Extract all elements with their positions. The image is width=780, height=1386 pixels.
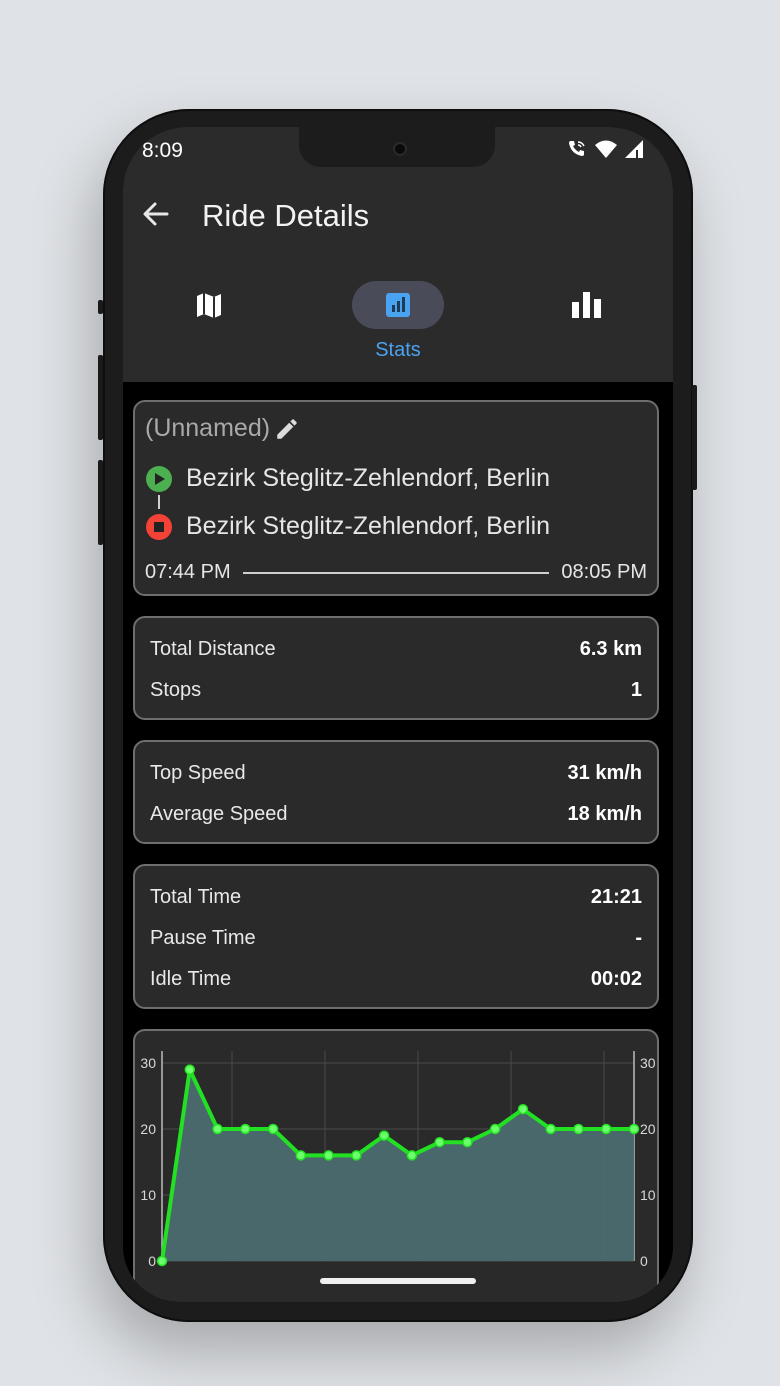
end-location-row: Bezirk Steglitz-Zehlendorf, Berlin <box>146 512 550 541</box>
stat-row: Top Speed 31 km/h <box>150 762 642 785</box>
phone-volume-down <box>98 460 103 545</box>
screen: 8:09 Ride Details Stats (Unnamed) Bezirk… <box>123 127 673 1302</box>
data-point <box>351 1150 362 1161</box>
tab-map[interactable] <box>163 281 255 329</box>
data-point <box>600 1123 612 1135</box>
speed-chart-card: 0 0 10 10 20 20 30 30 <box>133 1029 659 1302</box>
data-point <box>434 1136 445 1148</box>
wifi-call-icon <box>569 141 585 156</box>
stat-row: Idle Time 00:02 <box>150 968 642 991</box>
start-time: 07:44 PM <box>145 561 231 583</box>
data-point <box>628 1123 640 1135</box>
stat-label: Top Speed <box>150 762 246 784</box>
status-time: 8:09 <box>142 139 183 162</box>
stat-value: 00:02 <box>590 968 642 990</box>
start-location-row: Bezirk Steglitz-Zehlendorf, Berlin <box>146 464 550 493</box>
y-tick-label-left: 0 <box>148 1253 156 1269</box>
data-point <box>489 1123 501 1135</box>
tab-charts[interactable] <box>541 281 633 329</box>
data-point <box>295 1150 307 1161</box>
speed-chart: 0 0 10 10 20 20 30 30 <box>140 1051 656 1269</box>
start-icon <box>146 465 172 492</box>
stat-value: 1 <box>630 679 642 701</box>
stat-value: 21:21 <box>590 886 642 908</box>
stat-row: Total Time 21:21 <box>150 886 642 909</box>
end-location: Bezirk Steglitz-Zehlendorf, Berlin <box>186 512 551 540</box>
signal-icon <box>625 140 643 158</box>
data-point <box>517 1103 529 1115</box>
edit-pencil-icon[interactable] <box>274 416 300 442</box>
start-location: Bezirk Steglitz-Zehlendorf, Berlin <box>186 464 551 492</box>
phone-side-button <box>98 300 103 314</box>
data-point <box>545 1123 556 1135</box>
y-tick-label-left: 20 <box>140 1121 156 1137</box>
wifi-icon <box>595 140 617 158</box>
stat-label: Pause Time <box>150 927 256 949</box>
ride-summary-card: (Unnamed) Bezirk Steglitz-Zehlendorf, Be… <box>133 400 659 596</box>
data-point <box>462 1136 473 1148</box>
camera <box>395 144 405 154</box>
back-arrow-icon[interactable] <box>141 199 171 229</box>
data-point <box>212 1123 223 1135</box>
data-point <box>378 1130 390 1141</box>
stat-value: 6.3 km <box>579 638 642 660</box>
data-point <box>406 1150 418 1161</box>
speed-area <box>162 1069 634 1261</box>
stop-icon <box>146 513 172 540</box>
app-bar: 8:09 Ride Details Stats <box>123 127 673 382</box>
data-point <box>184 1064 196 1075</box>
location-connector <box>158 495 160 509</box>
data-point <box>267 1123 279 1135</box>
data-point <box>323 1150 334 1161</box>
ride-name-text: (Unnamed) <box>145 414 271 442</box>
map-icon <box>197 293 221 318</box>
distance-card: Total Distance 6.3 km Stops 1 <box>133 616 659 720</box>
phone-power-button <box>692 385 697 490</box>
stat-value: 31 km/h <box>567 762 642 784</box>
page-title: Ride Details <box>202 198 370 233</box>
tab-stats-label: Stats <box>375 339 421 361</box>
stat-value: 18 km/h <box>567 803 642 825</box>
time-card: Total Time 21:21 Pause Time - Idle Time … <box>133 864 659 1009</box>
time-range-line <box>242 571 550 574</box>
y-tick-label-right: 30 <box>640 1055 656 1071</box>
y-tick-label-right: 20 <box>640 1121 656 1137</box>
content: (Unnamed) Bezirk Steglitz-Zehlendorf, Be… <box>123 382 673 1302</box>
data-point <box>573 1123 584 1135</box>
stats-icon <box>386 293 410 317</box>
status-icons <box>567 139 643 159</box>
bar-chart-icon <box>572 292 601 318</box>
stat-row: Average Speed 18 km/h <box>150 803 642 826</box>
stat-row: Pause Time - <box>150 927 642 950</box>
stat-label: Total Time <box>150 886 242 908</box>
speed-card: Top Speed 31 km/h Average Speed 18 km/h <box>133 740 659 844</box>
end-time: 08:05 PM <box>561 561 647 583</box>
data-point <box>156 1255 168 1267</box>
time-range: 07:44 PM 08:05 PM <box>145 561 647 584</box>
stat-label: Total Distance <box>150 638 276 660</box>
y-tick-label-right: 0 <box>640 1253 648 1269</box>
stat-label: Idle Time <box>150 968 232 990</box>
ride-name[interactable]: (Unnamed) <box>145 414 300 443</box>
tab-stats[interactable] <box>352 281 444 329</box>
data-point <box>240 1123 251 1135</box>
home-indicator[interactable] <box>320 1278 476 1284</box>
y-tick-label-right: 10 <box>640 1187 656 1203</box>
stat-row: Total Distance 6.3 km <box>150 638 642 661</box>
stat-value: - <box>635 927 642 949</box>
y-tick-label-left: 10 <box>140 1187 156 1203</box>
stat-label: Average Speed <box>150 803 288 825</box>
stat-label: Stops <box>150 679 202 701</box>
stat-row: Stops 1 <box>150 679 642 702</box>
phone-volume-up <box>98 355 103 440</box>
y-tick-label-left: 30 <box>140 1055 156 1071</box>
